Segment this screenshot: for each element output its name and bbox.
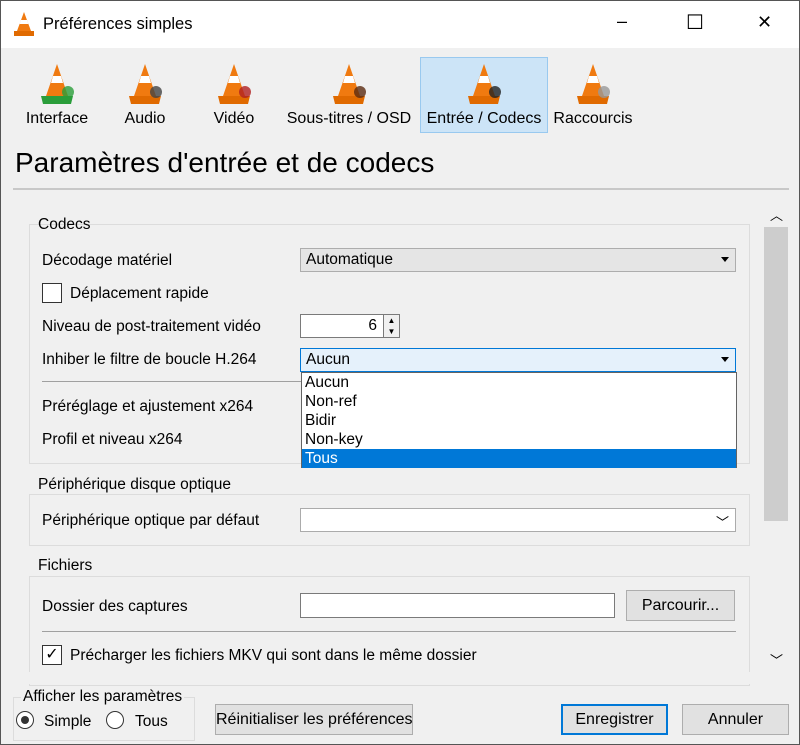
simple-radio[interactable]	[16, 711, 34, 729]
fast-seek-label: Déplacement rapide	[70, 285, 209, 302]
tab-entrée-codecs[interactable]: Entrée / Codecs	[420, 57, 548, 133]
postproc-spinbox[interactable]: 6	[300, 314, 384, 338]
h264-loop-value: Aucun	[306, 351, 350, 368]
h264-loop-select[interactable]: Aucun	[300, 348, 736, 372]
hw-decoding-select[interactable]: Automatique	[300, 248, 736, 272]
tab-vidéo[interactable]: Vidéo	[199, 57, 269, 133]
fast-seek-checkbox[interactable]	[42, 283, 62, 303]
close-button[interactable]: ✕	[757, 12, 772, 33]
dropdown-option[interactable]: Non-ref	[302, 392, 736, 411]
tab-raccourcis[interactable]: Raccourcis	[550, 57, 636, 133]
tab-audio[interactable]: Audio	[113, 57, 177, 133]
spin-arrows-icon[interactable]: ▲ ▼	[383, 314, 400, 338]
scroll-up-icon[interactable]: ︿	[770, 205, 783, 224]
browse-button[interactable]: Parcourir...	[626, 590, 735, 621]
hw-decoding-label: Décodage matériel	[42, 252, 173, 269]
tab-label: Entrée / Codecs	[426, 110, 542, 127]
x264-profile-label: Profil et niveau x264	[42, 431, 183, 448]
scroll-area-edge	[1, 672, 763, 684]
vlc-logo-icon	[14, 12, 34, 36]
optical-device-select[interactable]: ﹀	[300, 508, 736, 532]
tab-label: Interface	[25, 110, 89, 127]
preferences-window: Préférences simples – ☐ ✕ Interface Audio…	[0, 0, 800, 745]
h264-loop-dropdown-list: Aucun Non-ref Bidir Non-key Tous	[301, 372, 737, 468]
vlc-cone-glasses-icon	[218, 64, 251, 104]
all-radio-label: Tous	[135, 713, 168, 730]
dropdown-option[interactable]: Aucun	[302, 373, 736, 392]
window-title: Préférences simples	[43, 15, 193, 33]
tab-label: Vidéo	[213, 110, 255, 127]
vlc-cone-headphones-icon	[129, 64, 162, 104]
maximize-button[interactable]: ☐	[686, 10, 704, 35]
vlc-cone-subtitles-icon	[333, 64, 366, 104]
optical-group-title: Périphérique disque optique	[38, 476, 232, 493]
snapshots-input[interactable]	[300, 593, 615, 618]
tab-label: Sous-titres / OSD	[286, 110, 412, 127]
h264-loop-label: Inhiber le filtre de boucle H.264	[42, 351, 257, 368]
optical-device-label: Périphérique optique par défaut	[42, 512, 260, 529]
title-divider	[13, 188, 789, 190]
dropdown-arrow-icon	[721, 357, 729, 362]
snapshots-label: Dossier des captures	[42, 598, 188, 615]
hw-decoding-value: Automatique	[306, 251, 394, 268]
chevron-down-icon: ﹀	[715, 515, 729, 530]
page-title: Paramètres d'entrée et de codecs	[15, 147, 435, 178]
cancel-button[interactable]: Annuler	[682, 704, 789, 735]
mkv-preload-checkbox[interactable]: ✓	[42, 645, 62, 665]
all-radio[interactable]	[106, 711, 124, 729]
scrollbar-thumb[interactable]	[764, 227, 788, 521]
vlc-cone-cables-icon	[468, 64, 501, 104]
files-divider	[42, 631, 736, 632]
show-settings-title: Afficher les paramètres	[21, 688, 185, 706]
minimize-button[interactable]: –	[617, 11, 627, 32]
simple-radio-label: Simple	[44, 713, 92, 730]
reset-preferences-button[interactable]: Réinitialiser les préférences	[215, 704, 413, 735]
tab-sous-titres-osd[interactable]: Sous-titres / OSD	[283, 57, 415, 133]
files-group-title: Fichiers	[38, 557, 93, 574]
codecs-group-title: Codecs	[38, 216, 91, 233]
dropdown-option[interactable]: Bidir	[302, 411, 736, 430]
save-button[interactable]: Enregistrer	[561, 704, 668, 735]
x264-preset-label: Préréglage et ajustement x264	[42, 398, 254, 415]
postproc-label: Niveau de post-traitement vidéo	[42, 318, 261, 335]
dropdown-arrow-icon	[721, 257, 729, 262]
tab-interface[interactable]: Interface	[19, 57, 95, 133]
tab-label: Raccourcis	[553, 110, 633, 127]
dropdown-option[interactable]: Non-key	[302, 430, 736, 449]
vlc-cone-interface-icon	[41, 64, 74, 104]
vlc-cone-hotkeys-icon	[577, 64, 610, 104]
vertical-scrollbar[interactable]: ︿ ﹀	[764, 202, 788, 672]
tab-label: Audio	[124, 110, 166, 127]
mkv-preload-label: Précharger les fichiers MKV qui sont dan…	[70, 647, 477, 664]
title-bar: Préférences simples – ☐ ✕	[1, 1, 799, 48]
dropdown-option[interactable]: Tous	[302, 449, 736, 468]
scroll-down-icon[interactable]: ﹀	[770, 650, 783, 669]
postproc-value: 6	[368, 317, 377, 334]
